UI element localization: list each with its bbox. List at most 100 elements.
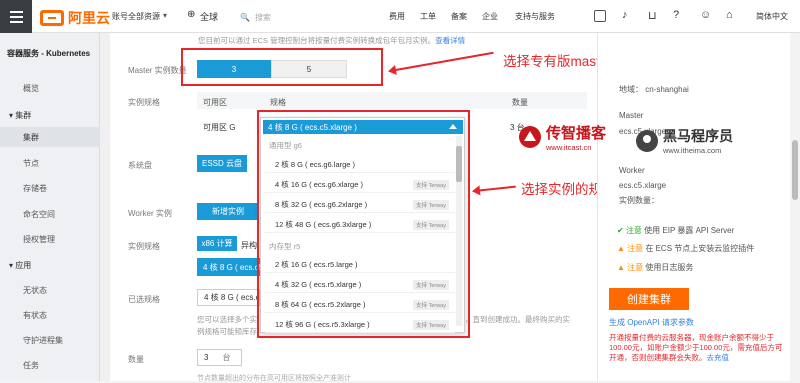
itheima-name: 黑马程序员 [663,128,733,144]
system-disk-essd[interactable]: ESSD 云盘 [197,155,247,172]
summary-item-text: 使用 EIP 暴露 API Server [644,226,735,235]
globe-icon: ⊕ [187,9,196,20]
status-ok: 注意 [625,226,642,235]
warning-text: 开通按量付费的云服务器，现金账户余额不得少于 100.00元，如账户金额少于10… [609,333,783,362]
sidebar-title: 容器服务 - Kubernetes [7,49,91,58]
summary-worker-count: 实例数量： [619,196,659,205]
sidebar-item-authorization[interactable]: 授权管理 [23,234,55,245]
billing-notice: 您目前可以通过 ECS 管理控制台将按量付费实例转换成包年包月实例。查看详情 [198,35,465,46]
user-avatar-icon[interactable]: ☺ [700,9,711,21]
sidebar-group-application[interactable]: ▾ 应用 [9,260,31,271]
summary-worker-value: ecs.c5.xlarge [619,181,667,190]
search-placeholder: 搜索 [254,12,271,22]
annotation-box-spec-dropdown [257,110,470,338]
annotation-box-master-count [181,48,383,86]
worker-new-instance-button[interactable]: 新增实例 [197,203,259,220]
summary-item-eip: ✔ 注意 使用 EIP 暴露 API Server [617,225,734,236]
aliyun-logo[interactable]: 阿里云 [40,8,110,28]
page-scroll-thumb[interactable] [792,140,798,200]
master-count-label: Master 实例数量 [128,66,187,75]
node-count-unit: 台 [222,353,231,362]
column-header-quantity: 数量 [512,98,528,107]
sidebar-item-deployments[interactable]: 无状态 [23,285,47,296]
summary-master-label: Master [619,111,644,120]
itcast-logo-icon [519,126,541,148]
sidebar: 容器服务 - Kubernetes 概览 ▾ 集群 集群 节点 存储卷 命名空间… [0,33,100,381]
language-selector[interactable]: 简体中文 [756,11,788,22]
zone-value: 可用区 G [203,123,236,132]
worker-spec-selector[interactable]: 4 核 8 G ( ecs.c5 [197,258,260,276]
sidebar-group-label: 集群 [15,111,32,120]
selected-spec-label: 已选规格 [128,295,160,304]
search-input[interactable]: 🔍 搜索 [240,8,440,26]
summary-item-text: 使用日志服务 [645,263,694,272]
sidebar-item-volumes[interactable]: 存储卷 [23,183,47,194]
sidebar-active-highlight [0,127,100,147]
region-label-text: 地域： [619,85,643,94]
nav-link-tickets[interactable]: 工单 [420,11,436,22]
page-scrollbar[interactable] [790,33,800,381]
sidebar-item-jobs[interactable]: 任务 [23,360,39,371]
help-text-tail: ，直到创建成功。最终购买的实 [465,315,570,324]
count-footer-text: 节点数量超出的分布在高可用区将按照全产准则计 [197,375,351,382]
nav-link-filing[interactable]: 备案 [451,11,467,22]
itheima-url: www.itheima.com [663,146,722,155]
node-count-label: 数量 [128,355,144,364]
region-selector[interactable]: 全球 [200,10,218,23]
help-icon[interactable]: ? [673,9,679,21]
openapi-link[interactable]: 生成 OpenAPI 请求参数 [609,317,694,328]
sidebar-item-clusters[interactable]: 集群 [23,132,39,143]
sidebar-group-cluster[interactable]: ▾ 集群 [9,110,31,121]
selected-spec-tag[interactable]: 4 核 8 G ( ecs.c5 [197,289,260,306]
sidebar-group-label: 应用 [15,261,32,270]
sidebar-collapse-strip[interactable] [100,33,110,381]
node-count-input[interactable]: 3 台 [197,349,242,366]
nav-link-billing[interactable]: 费用 [389,11,405,22]
nav-link-support[interactable]: 支持与服务 [515,11,555,22]
system-disk-label: 系统盘 [128,161,152,170]
itheima-logo-icon [636,129,658,152]
sidebar-item-nodes[interactable]: 节点 [23,158,39,169]
create-cluster-button[interactable]: 创建集群 [609,288,689,310]
summary-item-logs: ▲ 注意 使用日志服务 [617,262,693,273]
account-resources-dropdown[interactable]: 账号全部资源 [112,11,160,22]
balance-warning: 开通按量付费的云服务器，现金账户余额不得少于 100.00元，如账户金额少于10… [609,333,784,363]
warning-icon: ▲ [617,263,628,272]
top-navigation-bar: 阿里云 账号全部资源 ▾ ⊕ 全球 🔍 搜索 费用 工单 备案 企业 支持与服务… [0,0,800,33]
sidebar-item-daemonsets[interactable]: 守护进程集 [23,335,63,346]
help-text-line1: 您可以选择多个实 [197,315,257,324]
instance-spec-label: 实例规格 [128,98,160,107]
hamburger-menu-icon[interactable] [0,0,32,33]
cart-icon[interactable]: ⊔ [648,9,657,22]
sidebar-item-statefulsets[interactable]: 有状态 [23,310,47,321]
summary-item-text: 在 ECS 节点上安装云监控插件 [645,244,755,253]
summary-region-label: 地域： cn-shanghai [619,84,689,95]
status-warn: 注意 [627,263,644,272]
itheima-watermark: 黑马程序员 www.itheima.com [635,126,733,155]
arch-hetero-option[interactable]: 异构 [241,240,257,251]
column-header-zone: 可用区 [203,98,227,107]
terminal-icon[interactable] [594,10,606,22]
summary-item-monitor: ▲ 注意 在 ECS 节点上安装云监控插件 [617,243,754,254]
status-warn: 注意 [627,244,644,253]
worker-spec-label: 实例规格 [128,242,160,251]
search-icon: 🔍 [240,12,250,22]
aliyun-logo-icon [40,10,64,26]
bell-icon[interactable]: ♪ [622,9,628,21]
itcast-name: 传智播客 [546,125,607,142]
summary-worker-label: Worker [619,166,645,175]
worker-instance-label: Worker 实例 [128,209,172,218]
node-count-value: 3 [204,353,209,362]
nav-link-enterprise[interactable]: 企业 [482,11,498,22]
notice-detail-link[interactable]: 查看详情 [435,36,465,45]
region-value-text: cn-shanghai [645,85,689,94]
chevron-down-icon: ▾ [163,11,168,20]
home-icon[interactable]: ⌂ [726,9,733,21]
spec-table-header [197,92,587,109]
itcast-url: www.itcast.cn [546,143,592,152]
sidebar-item-namespaces[interactable]: 命名空间 [23,209,55,220]
arch-x86-option[interactable]: x86 计算 [197,236,237,251]
recharge-link[interactable]: 去充值 [707,353,730,362]
sidebar-item-overview[interactable]: 概览 [23,83,39,94]
column-header-spec: 规格 [270,98,286,107]
